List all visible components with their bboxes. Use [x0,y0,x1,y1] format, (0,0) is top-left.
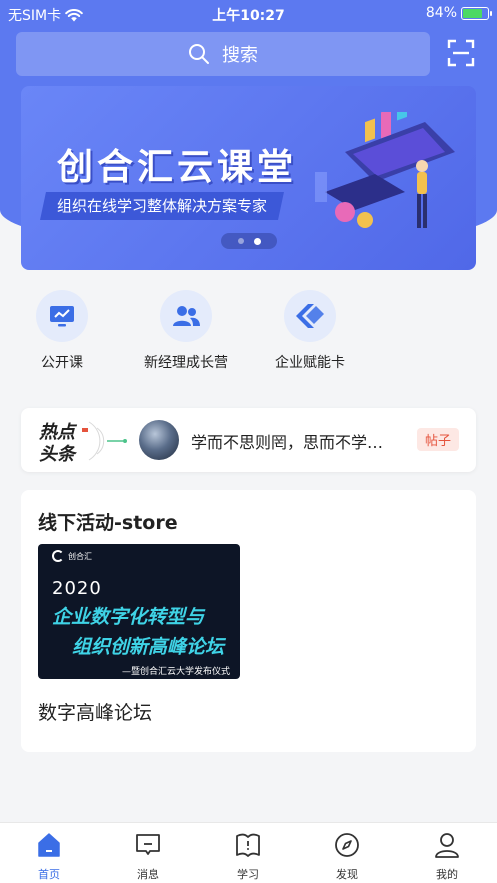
home-icon [38,833,60,857]
quick-link-circle [160,290,212,342]
book-icon [236,833,260,857]
status-bar: 无SIM卡 上午10:27 84% [0,0,497,28]
cover-caption: —暨创合汇云大学发布仪式 [121,667,230,677]
cover-brand-logo: 创合汇 [52,550,92,562]
presentation-icon [50,306,74,327]
hot-news-ticker[interactable]: 热点 头条 学而不思则罔，思而不学… 帖子 [21,408,476,472]
hot-news-thumbnail [139,420,179,460]
battery-fill [463,8,483,18]
tab-study[interactable]: 学习 [208,831,288,882]
clock: 上午10:27 [212,8,285,24]
tab-mine[interactable]: 我的 [407,831,487,882]
bottom-tab-bar: 首页 消息 学习 发现 我的 [0,822,497,883]
quick-link-label: 企业赋能卡 [275,355,345,371]
tab-label: 发现 [336,868,358,881]
scan-icon[interactable] [446,38,476,68]
banner-carousel[interactable]: 创合汇云课堂 组织在线学习整体解决方案专家 [21,86,476,270]
battery-icon [461,6,492,20]
tab-home[interactable]: 首页 [9,831,89,882]
cover-year: 2020 [52,578,102,599]
brand-mark-icon [52,550,64,562]
message-icon [136,834,160,855]
learning-illustration [315,112,455,228]
battery-percent: 84% [425,5,457,21]
post-tag-badge: 帖子 [417,428,460,451]
search-placeholder: 搜索 [222,45,258,66]
people-icon [173,306,200,326]
quick-link-manager-camp[interactable]: 新经理成长营 [126,290,246,372]
tab-discover[interactable]: 发现 [307,831,387,882]
hot-logo-line2: 头条 [39,444,78,464]
carousel-dot [253,237,261,245]
hot-logo-line1: 热点 [38,422,78,443]
card-arrow-icon [296,304,324,328]
tab-label: 消息 [137,868,159,881]
search-icon [189,44,209,64]
hot-news-text: 学而不思则罔，思而不学… [191,433,384,452]
compass-icon [335,833,359,857]
cover-brand-text: 创合汇 [68,551,92,561]
quick-link-label: 新经理成长营 [144,355,228,371]
banner-title: 创合汇云课堂 [57,147,298,188]
tab-label: 首页 [38,868,60,881]
quick-link-circle [284,290,336,342]
cover-headline-2: 组织创新高峰论坛 [72,636,225,658]
section-title: 线下活动-store [38,512,178,534]
carousel-dot [237,238,244,244]
battery-group: 84% [425,5,492,21]
activity-cover-image[interactable]: 创合汇 2020 企业数字化转型与 组织创新高峰论坛 —暨创合汇云大学发布仪式 [38,544,240,679]
quick-link-public-course[interactable]: 公开课 [2,290,122,372]
quick-link-empower-card[interactable]: 企业赋能卡 [250,290,370,372]
tab-label: 我的 [436,868,458,881]
carousel-indicator [221,233,277,249]
quick-link-circle [36,290,88,342]
tab-label: 学习 [237,868,259,881]
search-input[interactable]: 搜索 [16,32,430,76]
quick-link-label: 公开课 [41,355,83,371]
profile-icon [435,833,459,858]
activity-name[interactable]: 数字高峰论坛 [38,698,152,725]
banner-subtitle-text: 组织在线学习整体解决方案专家 [57,197,268,215]
offline-activity-card: 线下活动-store 创合汇 2020 企业数字化转型与 组织创新高峰论坛 —暨… [21,490,476,752]
hot-news-logo: 热点 头条 [38,421,127,464]
banner-subtitle: 组织在线学习整体解决方案专家 [40,192,284,220]
tab-messages[interactable]: 消息 [108,831,188,882]
cover-headline-1: 企业数字化转型与 [52,606,205,628]
